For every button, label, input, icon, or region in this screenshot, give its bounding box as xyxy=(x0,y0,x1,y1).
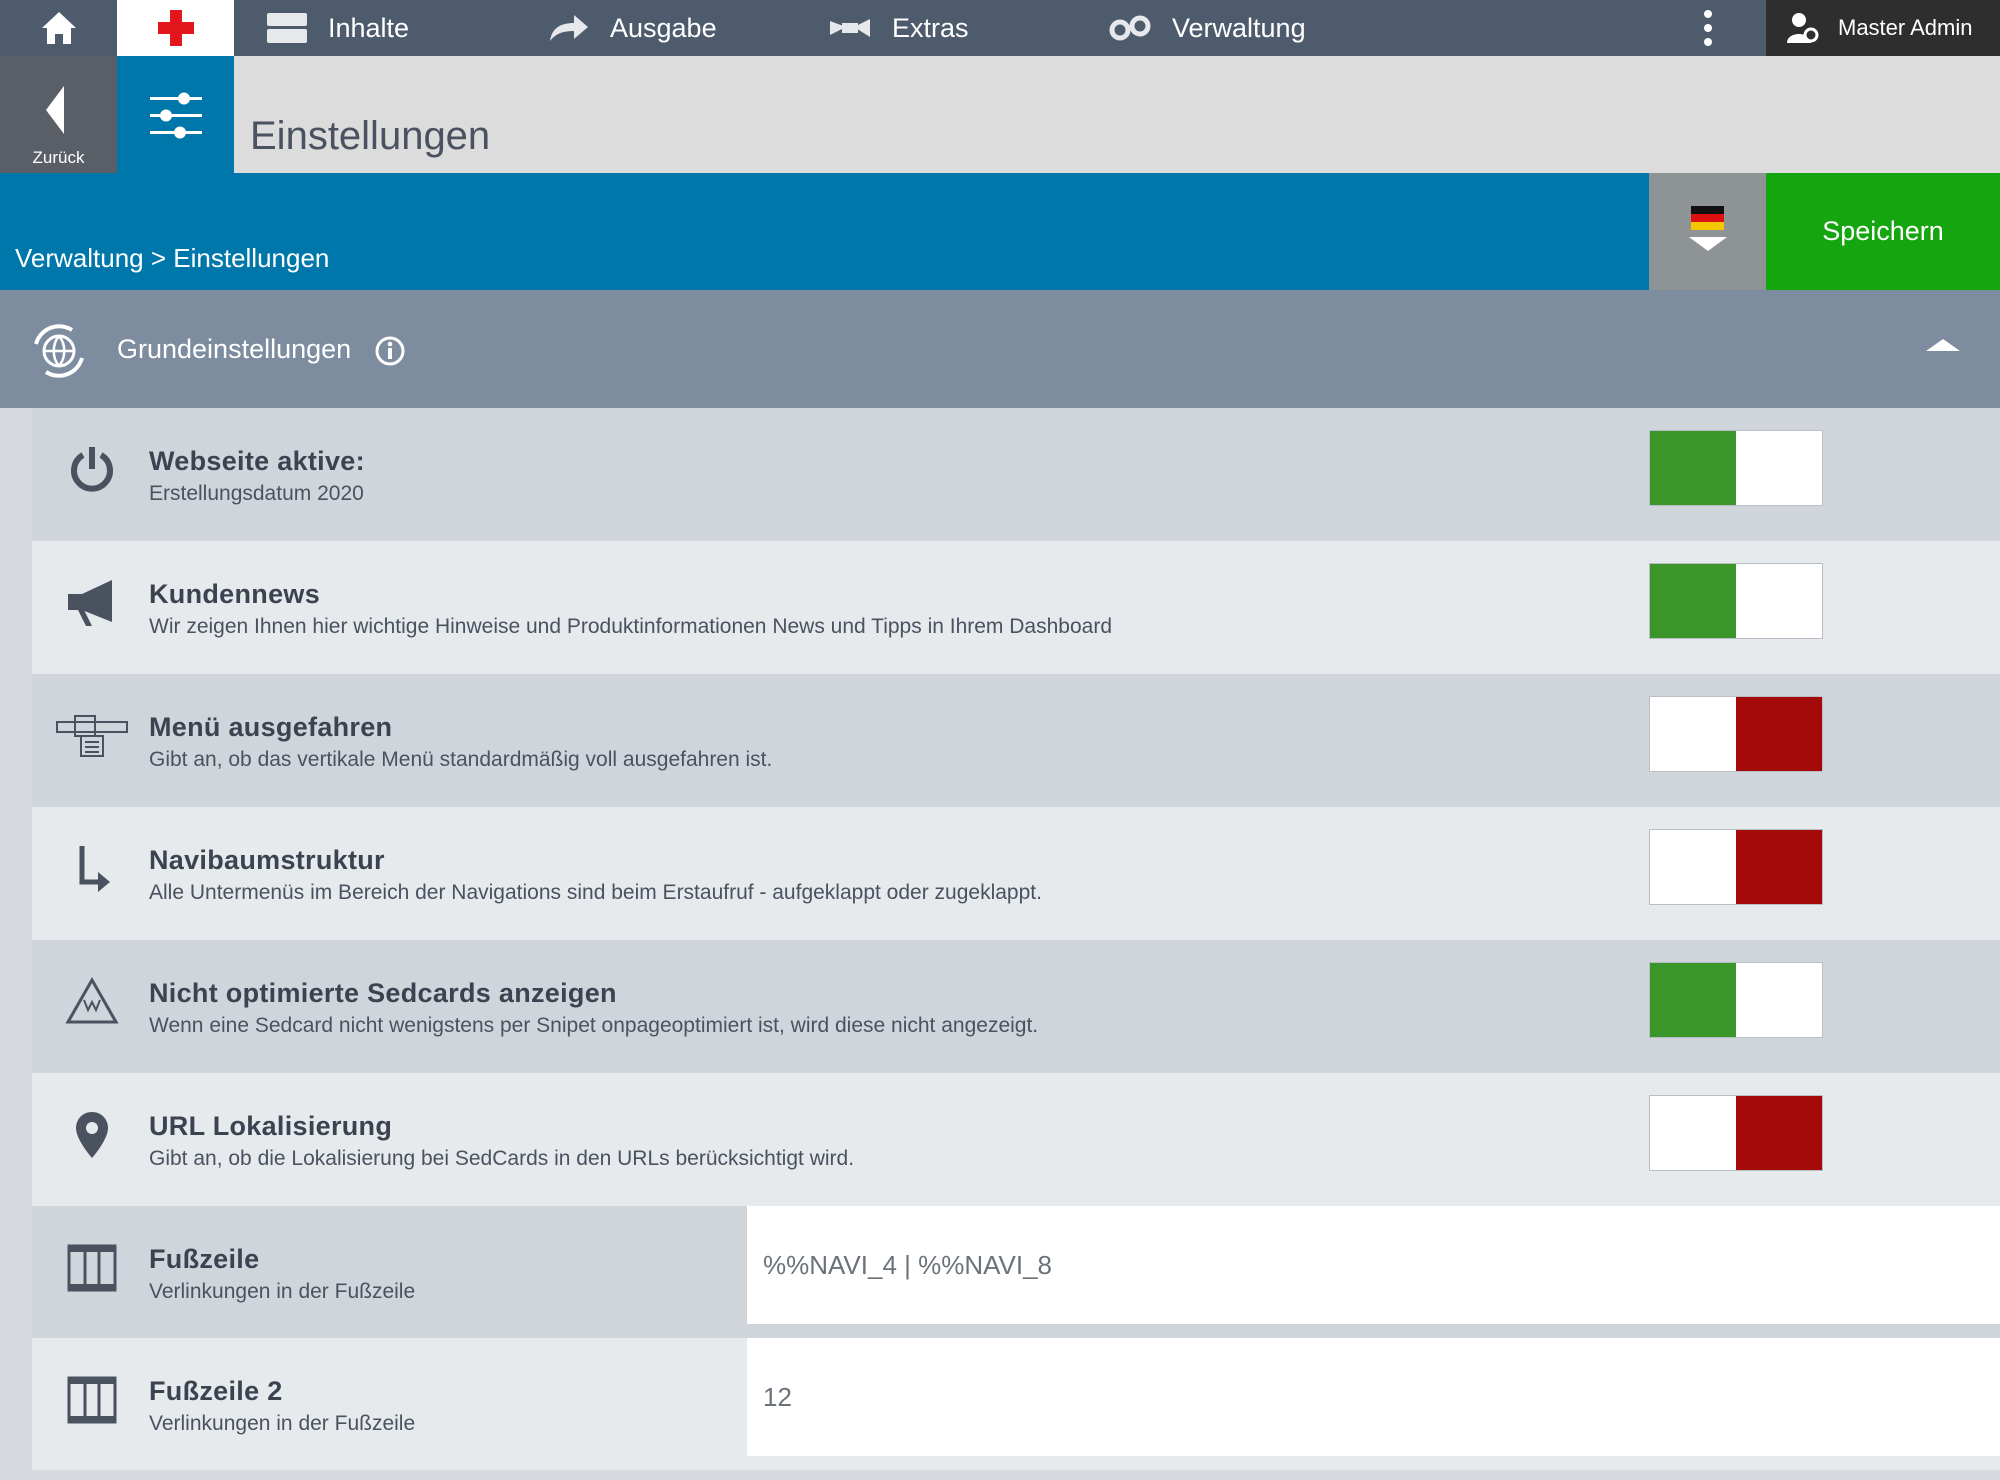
setting-title: Navibaumstruktur xyxy=(149,845,385,875)
back-label: Zurück xyxy=(32,148,85,167)
user-menu[interactable]: Master Admin xyxy=(1766,0,2000,56)
setting-description: Verlinkungen in der Fußzeile xyxy=(149,1412,416,1435)
nav-verwaltung[interactable]: Verwaltung xyxy=(1108,0,1306,56)
toggle-kundennews[interactable] xyxy=(1649,563,1823,639)
setting-title: Fußzeile xyxy=(149,1244,260,1274)
setting-row-webseite-aktiv: Webseite aktive: Erstellungsdatum 2020 xyxy=(32,408,2000,541)
setting-description: Wenn eine Sedcard nicht wenigstens per S… xyxy=(149,1014,1039,1037)
toggle-sedcards[interactable] xyxy=(1649,962,1823,1038)
collapse-toggle-icon[interactable] xyxy=(1926,339,1960,351)
setting-row-fusszeile-2: Fußzeile 2 Verlinkungen in der Fußzeile … xyxy=(32,1338,2000,1470)
setting-row-navibaumstruktur: Navibaumstruktur Alle Untermenüs im Bere… xyxy=(32,807,2000,940)
setting-title: Webseite aktive: xyxy=(149,446,365,476)
add-button[interactable] xyxy=(117,0,234,56)
setting-description: Erstellungsdatum 2020 xyxy=(149,482,364,505)
setting-row-url-lokalisierung: URL Lokalisierung Gibt an, ob die Lokali… xyxy=(32,1073,2000,1206)
setting-description: Verlinkungen in der Fußzeile xyxy=(149,1280,416,1303)
setting-description: Alle Untermenüs im Bereich der Navigatio… xyxy=(149,881,1042,904)
setting-row-kundennews: Kundennews Wir zeigen Ihnen hier wichtig… xyxy=(32,541,2000,674)
caret-down-icon xyxy=(1689,237,1727,251)
setting-title: Menü ausgefahren xyxy=(149,712,393,742)
menu-tree-icon xyxy=(54,706,130,766)
setting-description: Gibt an, ob das vertikale Menü standardm… xyxy=(149,748,773,771)
info-icon[interactable] xyxy=(374,335,406,372)
content-icon xyxy=(266,12,308,44)
home-icon xyxy=(41,12,76,44)
power-icon xyxy=(62,440,122,500)
german-flag-icon xyxy=(1691,206,1724,230)
extras-icon xyxy=(828,15,872,41)
setting-title: URL Lokalisierung xyxy=(149,1111,393,1141)
breadcrumb-bar: Verwaltung > Einstellungen xyxy=(0,173,1649,290)
toggle-navibaumstruktur[interactable] xyxy=(1649,829,1823,905)
nav-extras-label: Extras xyxy=(892,12,969,43)
home-button[interactable] xyxy=(0,0,117,56)
sliders-icon xyxy=(149,92,202,138)
language-selector[interactable] xyxy=(1649,173,1766,290)
nav-verwaltung-label: Verwaltung xyxy=(1172,12,1306,43)
recycle-icon xyxy=(62,972,122,1032)
section-header-grundeinstellungen: Grundeinstellungen xyxy=(0,290,2000,408)
toggle-menue-ausgefahren[interactable] xyxy=(1649,696,1823,772)
setting-description: Wir zeigen Ihnen hier wichtige Hinweise … xyxy=(149,615,1112,638)
setting-row-sedcards: Nicht optimierte Sedcards anzeigen Wenn … xyxy=(32,940,2000,1073)
setting-title: Nicht optimierte Sedcards anzeigen xyxy=(149,978,617,1008)
setting-row-fusszeile: Fußzeile Verlinkungen in der Fußzeile %%… xyxy=(32,1206,2000,1338)
columns-icon xyxy=(62,1238,122,1298)
breadcrumb: Verwaltung > Einstellungen xyxy=(15,243,330,273)
settings-section-icon xyxy=(117,56,234,173)
gears-icon xyxy=(1108,14,1152,42)
setting-title: Fußzeile 2 xyxy=(149,1376,283,1406)
fusszeile-input[interactable]: %%NAVI_4 | %%NAVI_8 xyxy=(747,1206,2000,1324)
user-gear-icon xyxy=(1786,11,1820,45)
output-arrow-icon xyxy=(548,13,590,43)
top-navigation: Inhalte Ausgabe Extras Verwaltung Master… xyxy=(0,0,2000,56)
setting-row-menue-ausgefahren: Menü ausgefahren Gibt an, ob das vertika… xyxy=(32,674,2000,807)
page-header: Zurück Einstellungen xyxy=(0,56,2000,173)
columns-icon xyxy=(62,1370,122,1430)
arrow-down-right-icon xyxy=(62,839,122,899)
back-button[interactable]: Zurück xyxy=(0,56,117,173)
settings-list: Webseite aktive: Erstellungsdatum 2020 K… xyxy=(32,408,2000,1470)
chevron-left-icon xyxy=(42,84,68,141)
user-name: Master Admin xyxy=(1838,15,1973,40)
red-cross-icon xyxy=(157,10,194,46)
map-pin-icon xyxy=(62,1105,122,1165)
toggle-webseite-aktiv[interactable] xyxy=(1649,430,1823,506)
nav-inhalte-label: Inhalte xyxy=(328,12,410,43)
section-title: Grundeinstellungen xyxy=(117,334,352,364)
nav-ausgabe-label: Ausgabe xyxy=(610,12,717,43)
setting-title: Kundennews xyxy=(149,579,321,609)
globe-sync-icon xyxy=(32,324,86,383)
page-title: Einstellungen xyxy=(250,114,491,158)
setting-description: Gibt an, ob die Lokalisierung bei SedCar… xyxy=(149,1147,855,1170)
save-button[interactable]: Speichern xyxy=(1766,173,2000,290)
megaphone-icon xyxy=(62,573,122,633)
nav-extras[interactable]: Extras xyxy=(828,0,969,56)
vertical-dots-icon xyxy=(1704,10,1712,46)
nav-inhalte[interactable]: Inhalte xyxy=(266,0,409,56)
nav-ausgabe[interactable]: Ausgabe xyxy=(548,0,717,56)
fusszeile-2-input[interactable]: 12 xyxy=(747,1338,2000,1456)
toggle-url-lokalisierung[interactable] xyxy=(1649,1095,1823,1171)
more-menu-button[interactable] xyxy=(1688,0,1728,56)
